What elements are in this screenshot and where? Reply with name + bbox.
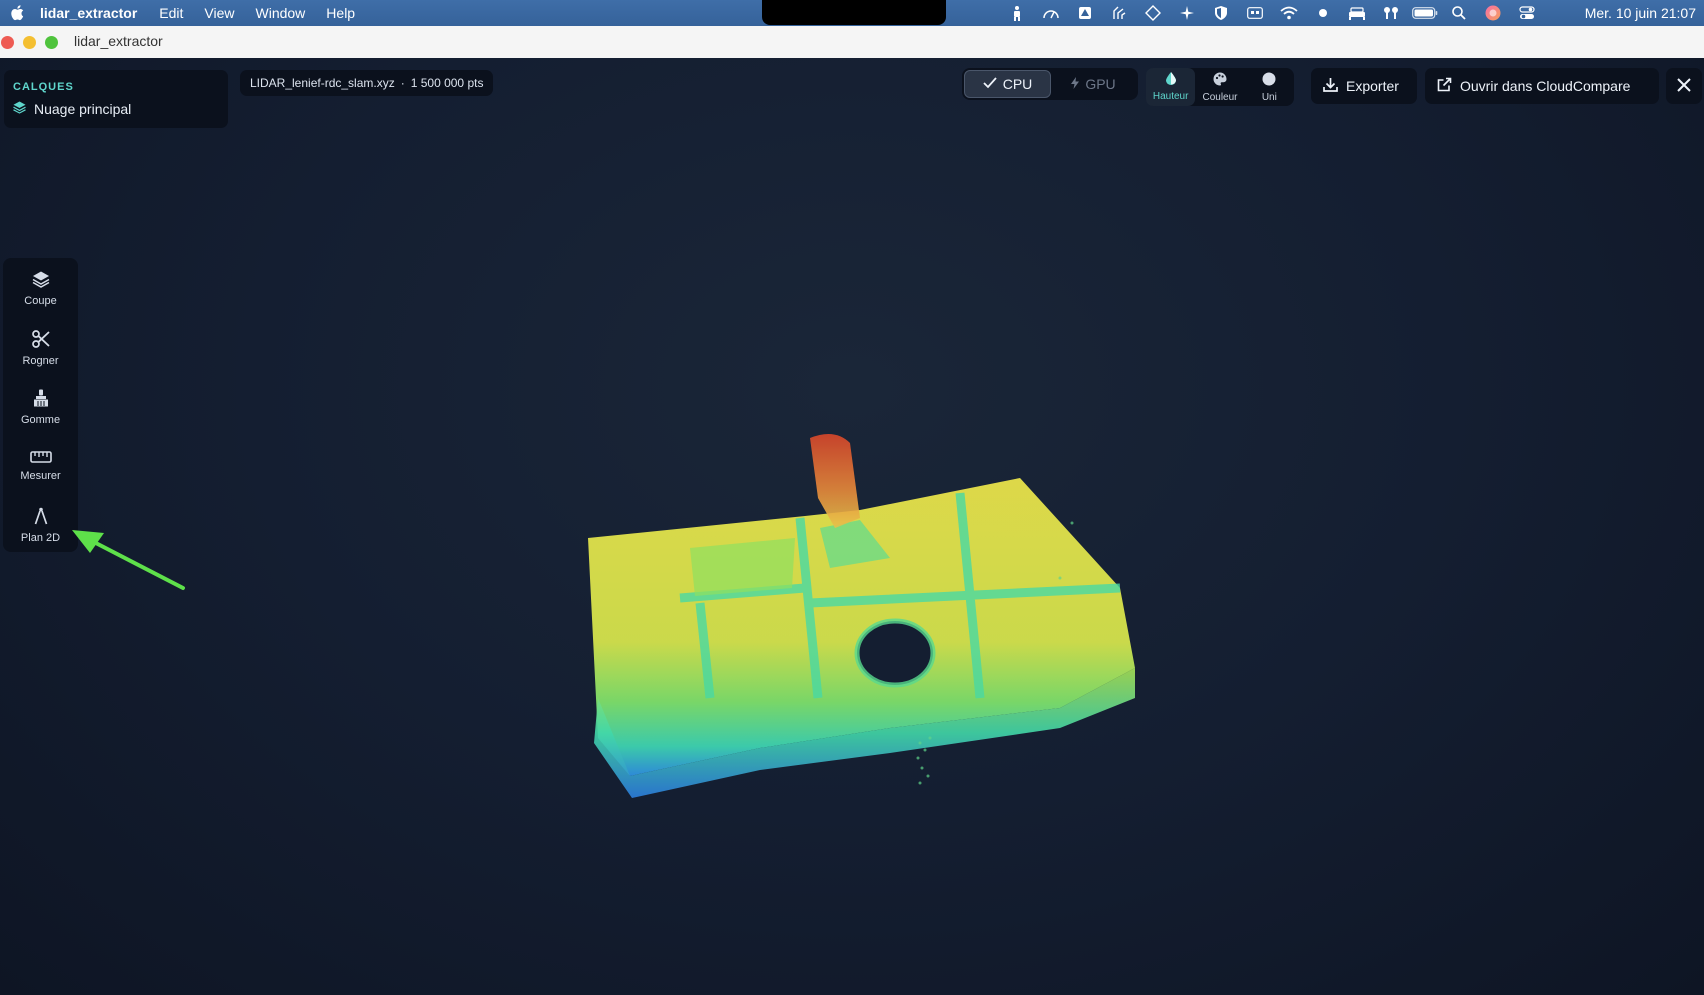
compass-icon [34,507,48,528]
tool-section[interactable]: Coupe [3,262,78,316]
external-link-icon [1437,77,1452,95]
tool-label: Mesurer [20,469,61,482]
color-mode-label: Couleur [1202,91,1238,103]
ruler-icon [29,450,52,466]
color-mode-height[interactable]: Hauteur [1146,68,1196,106]
layers-icon [32,271,50,291]
color-mode-selector: Hauteur Couleur Uni [1146,68,1294,106]
tool-label: Plan 2D [20,531,61,544]
file-name: LIDAR_lenief-rdc_slam.xyz [250,76,395,90]
color-mode-uniform[interactable]: Uni [1245,68,1294,106]
status-icons [1000,0,1544,26]
apple-icon[interactable] [10,5,24,21]
file-info: LIDAR_lenief-rdc_slam.xyz · 1 500 000 pt… [240,70,494,96]
layers-icon [13,101,26,117]
color-mode-label: Hauteur [1152,91,1189,102]
file-separator: · [400,76,405,90]
export-label: Exporter [1346,78,1399,94]
tool-label: Gomme [20,413,61,426]
scissors-icon [31,329,50,351]
wifi-icon[interactable] [1272,0,1306,26]
tools-toolbar: Coupe Rogner Gomme Mesurer Plan 2D [3,258,78,552]
palette-icon [1213,72,1227,89]
menu-app-name[interactable]: lidar_extractor [40,5,137,21]
dot-icon[interactable] [1306,0,1340,26]
menu-window[interactable]: Window [256,5,306,21]
keyboard-icon[interactable] [1238,0,1272,26]
drop-icon [1165,72,1176,88]
point-cloud-viewport[interactable]: CALQUES Nuage principal LIDAR_lenief-rdc… [0,58,1704,995]
sparkle-icon[interactable] [1170,0,1204,26]
tool-label: Coupe [24,295,57,307]
speed-icon[interactable] [1034,0,1068,26]
close-window-button[interactable] [1,36,14,49]
layers-panel: CALQUES Nuage principal [4,70,228,128]
layers-header: CALQUES [13,81,74,93]
layer-item-label: Nuage principal [34,101,132,117]
menu-edit[interactable]: Edit [159,5,183,21]
open-cloudcompare-label: Ouvrir dans CloudCompare [1460,78,1631,94]
cpu-label: CPU [1002,76,1033,92]
accessibility-icon[interactable] [1000,0,1034,26]
color-mode-color[interactable]: Couleur [1195,68,1244,106]
tool-plan-2d[interactable]: Plan 2D [3,498,78,552]
close-viewer-button[interactable] [1666,68,1702,104]
check-icon [983,76,997,92]
window-title: lidar_extractor [74,33,163,49]
shield-icon[interactable] [1204,0,1238,26]
layer-item-main-cloud[interactable]: Nuage principal [13,101,131,117]
menubar-clock[interactable]: Mer. 10 juin 21:07 [1585,0,1696,26]
hands-icon[interactable] [1102,0,1136,26]
export-button[interactable]: Exporter [1311,68,1417,104]
minimize-window-button[interactable] [23,36,36,49]
zoom-window-button[interactable] [45,36,58,49]
window-title-bar: lidar_extractor [0,26,1704,59]
tool-eraser[interactable]: Gomme [3,380,78,434]
menu-view[interactable]: View [204,5,234,21]
close-icon [1677,77,1691,95]
bolt-icon [1071,76,1080,92]
brush-icon [32,389,50,410]
drive-icon[interactable] [1068,0,1102,26]
camera-notch [762,0,946,25]
battery-icon[interactable] [1408,0,1442,26]
gpu-option[interactable]: GPU [1051,70,1136,98]
tool-label: Rogner [22,354,59,367]
menu-help[interactable]: Help [326,5,355,21]
circle-icon [1262,72,1276,89]
search-icon[interactable] [1442,0,1476,26]
open-cloudcompare-button[interactable]: Ouvrir dans CloudCompare [1425,68,1659,104]
gpu-label: GPU [1085,76,1116,92]
cpu-option[interactable]: CPU [964,70,1051,98]
point-count: 1 500 000 pts [410,76,484,90]
airpods-icon[interactable] [1374,0,1408,26]
tool-measure[interactable]: Mesurer [3,439,78,493]
bed-icon[interactable] [1340,0,1374,26]
annotation-arrow [72,530,185,590]
tool-crop[interactable]: Rogner [3,321,78,375]
siri-icon[interactable] [1476,0,1510,26]
point-cloud-render [588,434,1135,798]
color-mode-label: Uni [1261,91,1277,103]
control-center-icon[interactable] [1510,0,1544,26]
compute-toggle: CPU GPU [962,68,1138,100]
download-icon [1323,77,1338,95]
diamond-icon[interactable] [1136,0,1170,26]
